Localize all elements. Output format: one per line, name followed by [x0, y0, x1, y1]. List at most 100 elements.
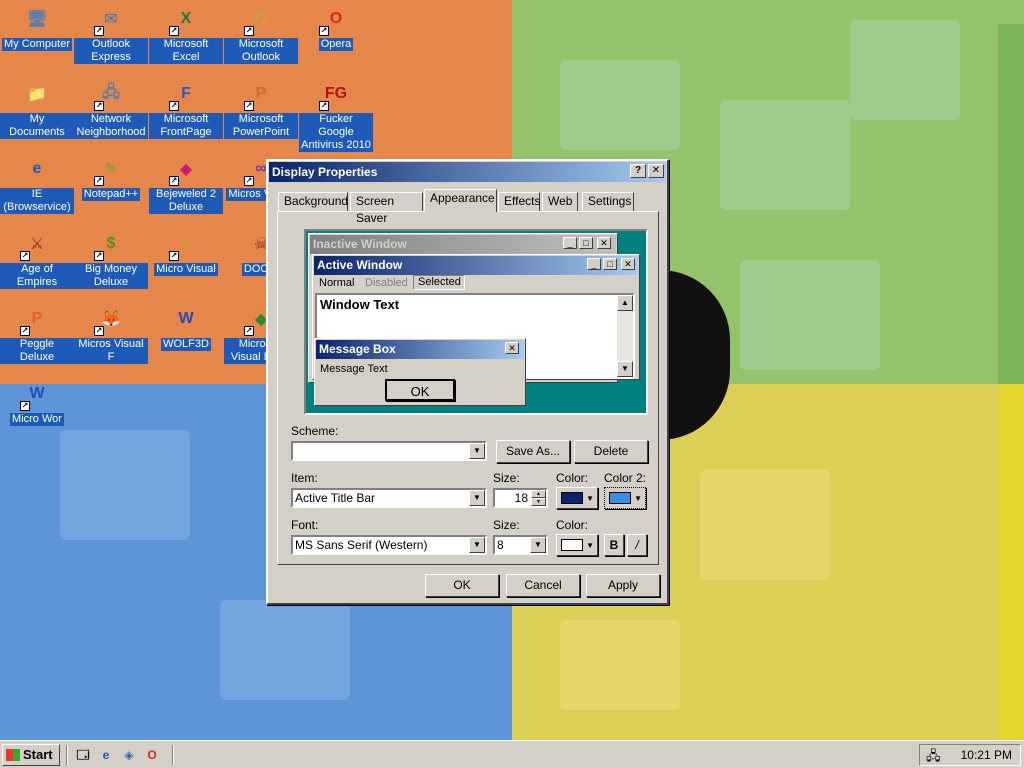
- tab-effects[interactable]: Effects: [498, 192, 540, 211]
- desktop-icon[interactable]: 🖧 ↗ Network Neighborhood: [74, 77, 148, 139]
- chevron-down-icon[interactable]: ▼: [469, 537, 485, 553]
- desktop-icon[interactable]: 🖥 My Computer: [0, 2, 74, 51]
- shortcut-arrow-icon: ↗: [244, 176, 254, 186]
- tab-screen-saver[interactable]: Screen Saver: [350, 192, 423, 225]
- desktop-icon[interactable]: ◆ ↗ Bejeweled 2 Deluxe: [149, 152, 223, 214]
- help-button[interactable]: ?: [630, 164, 646, 178]
- desktop-icon[interactable]: $ ↗ Big Money Deluxe: [74, 227, 148, 289]
- antivirus-icon: FG ↗: [319, 85, 348, 111]
- close-button[interactable]: ✕: [648, 164, 664, 178]
- chevron-down-icon[interactable]: ▼: [469, 443, 485, 459]
- wolf3d-icon: W: [178, 310, 194, 327]
- menu-selected: Selected: [413, 275, 465, 290]
- desktop-icon[interactable]: W WOLF3D: [149, 302, 223, 351]
- start-label: Start: [23, 747, 53, 762]
- desktop-icon[interactable]: P ↗ Peggle Deluxe: [0, 302, 74, 364]
- desktop-icon[interactable]: e IE (Browservice): [0, 152, 74, 214]
- appearance-preview[interactable]: Inactive Window _ □ ✕ Active Window _ □ …: [304, 229, 648, 415]
- tab-web[interactable]: Web: [542, 192, 578, 211]
- scheme-label: Scheme:: [291, 424, 339, 438]
- show-desktop-icon[interactable]: 🗔: [74, 746, 92, 764]
- chevron-down-icon: ▼: [586, 494, 594, 503]
- delete-button[interactable]: Delete: [574, 440, 648, 463]
- desktop-icon-label: My Documents: [0, 113, 74, 139]
- color-label: Color:: [556, 471, 589, 485]
- desktop-icon[interactable]: P ↗ Microsoft PowerPoint: [224, 77, 298, 139]
- shortcut-arrow-icon: ↗: [20, 401, 30, 411]
- italic-button[interactable]: /: [627, 534, 647, 556]
- font-color-picker[interactable]: ▼: [556, 534, 598, 556]
- desktop-icon[interactable]: ✎ ↗ Notepad++: [74, 152, 148, 201]
- desktop-icon-label: Peggle Deluxe: [0, 338, 74, 364]
- menu-disabled: Disabled: [365, 277, 408, 289]
- cancel-button[interactable]: Cancel: [506, 574, 580, 597]
- visual-icon: ◐ ↗: [169, 235, 191, 261]
- desktop-icon[interactable]: X ↗ Microsoft Excel: [149, 2, 223, 64]
- desktop-icon[interactable]: W ↗ Micro Wor: [0, 377, 74, 426]
- desktop-icon-label: Bejeweled 2 Deluxe: [149, 188, 223, 214]
- desktop-icon-label: Microsoft FrontPage: [149, 113, 223, 139]
- desktop-icon[interactable]: ◐ ↗ Micro Visual: [149, 227, 223, 276]
- network-tray-icon[interactable]: 🖧: [926, 746, 941, 766]
- desktop-icon[interactable]: FG ↗ Fucker Google Antivirus 2010: [299, 77, 373, 152]
- color2-picker[interactable]: ▼: [604, 487, 646, 509]
- spin-up-icon[interactable]: ▲: [531, 490, 546, 498]
- color1-picker[interactable]: ▼: [556, 487, 598, 509]
- desktop-icon-label: Big Money Deluxe: [74, 263, 148, 289]
- font-dropdown[interactable]: MS Sans Serif (Western) ▼: [291, 535, 487, 555]
- ie-icon: e: [32, 160, 42, 177]
- scroll-up-icon[interactable]: ▲: [617, 295, 633, 311]
- shortcut-arrow-icon: ↗: [20, 251, 30, 261]
- desktop-icon[interactable]: O ↗ Opera: [299, 2, 373, 51]
- font-size-dropdown[interactable]: 8 ▼: [493, 535, 548, 555]
- start-button[interactable]: Start: [2, 744, 60, 766]
- shortcut-arrow-icon: ↗: [244, 101, 254, 111]
- desktop-icon[interactable]: 📁 My Documents: [0, 77, 74, 139]
- desktop-icon-label: My Computer: [1, 38, 73, 51]
- desktop-icon[interactable]: ⚔ ↗ Age of Empires: [0, 227, 74, 289]
- spin-down-icon[interactable]: ▼: [531, 498, 546, 506]
- taskbar-divider: [66, 745, 68, 765]
- tab-background[interactable]: Background: [278, 192, 348, 211]
- scroll-down-icon[interactable]: ▼: [617, 361, 633, 377]
- shortcut-arrow-icon: ↗: [94, 26, 104, 36]
- desktop-icon[interactable]: 🦊 ↗ Micros Visual F: [74, 302, 148, 364]
- chevron-down-icon[interactable]: ▼: [469, 490, 485, 506]
- maximize-icon: □: [579, 237, 593, 249]
- age-of-empires-icon: ⚔ ↗: [20, 236, 45, 261]
- ie-icon[interactable]: e: [97, 746, 115, 764]
- shortcut-arrow-icon: ↗: [319, 101, 329, 111]
- chevron-down-icon: ▼: [586, 541, 594, 550]
- scheme-dropdown[interactable]: ▼: [291, 441, 487, 461]
- desktop-icon-label: Age of Empires: [0, 263, 74, 289]
- apply-button[interactable]: Apply: [586, 574, 660, 597]
- desktop-icon-label: Micros Visual F: [74, 338, 148, 364]
- desktop-icon[interactable]: ✉ ↗ Outlook Express: [74, 2, 148, 64]
- desktop-icon[interactable]: F ↗ Microsoft FrontPage: [149, 77, 223, 139]
- wallpaper-tile: [720, 100, 850, 210]
- wallpaper-tile: [740, 260, 880, 370]
- bold-button[interactable]: B: [604, 534, 624, 556]
- ok-button[interactable]: OK: [425, 574, 499, 597]
- word-icon: W ↗: [20, 385, 45, 411]
- channels-icon[interactable]: ◈: [120, 746, 138, 764]
- dialog-titlebar[interactable]: Display Properties ? ✕: [269, 162, 666, 182]
- msgbox-ok-button: OK: [385, 379, 455, 401]
- shortcut-arrow-icon: ↗: [94, 326, 104, 336]
- save-as-button[interactable]: Save As...: [496, 440, 570, 463]
- network-icon: 🖧 ↗: [94, 83, 120, 111]
- item-dropdown[interactable]: Active Title Bar ▼: [291, 488, 487, 508]
- chevron-down-icon[interactable]: ▼: [530, 537, 546, 553]
- desktop-icon[interactable]: O ↗ Microsoft Outlook: [224, 2, 298, 64]
- scrollbar[interactable]: ▲ ▼: [617, 295, 633, 377]
- tab-appearance[interactable]: Appearance: [424, 189, 497, 212]
- opera-icon[interactable]: O: [143, 746, 161, 764]
- msgbox-text: Message Text: [320, 363, 388, 375]
- excel-icon: X ↗: [169, 10, 192, 36]
- size-spinner[interactable]: 18 ▲ ▼: [493, 488, 548, 508]
- desktop-icon-label: Microsoft Outlook: [224, 38, 298, 64]
- tab-settings[interactable]: Settings: [582, 192, 634, 211]
- powerpoint-icon: P ↗: [244, 85, 267, 111]
- clock[interactable]: 10:21 PM: [961, 745, 1012, 765]
- desktop-icon-label: WOLF3D: [161, 338, 211, 351]
